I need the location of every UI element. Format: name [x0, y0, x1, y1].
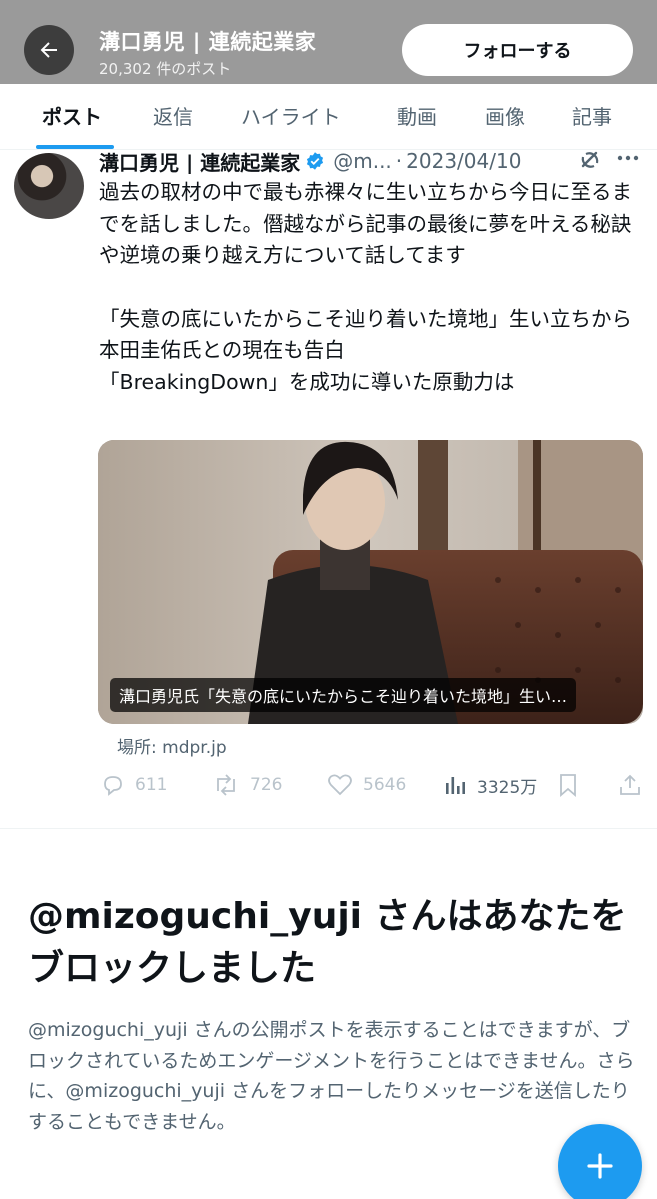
profile-tabs: ポスト 返信 ハイライト 動画 画像 記事 [0, 84, 657, 150]
post-paragraph: 過去の取材の中で最も赤裸々に生い立ちから今日に至るまでを話しました。僭越ながら記… [99, 180, 632, 267]
tab-articles[interactable]: 記事 [572, 84, 612, 150]
tab-replies[interactable]: 返信 [153, 84, 193, 150]
reply-icon [104, 776, 122, 796]
arrow-left-icon [40, 42, 57, 58]
block-notice-description: @mizoguchi_yuji さんの公開ポストを表示することはできますが、ブロ… [28, 1019, 635, 1133]
divider [0, 828, 657, 829]
avatar[interactable] [14, 153, 84, 219]
views-button[interactable]: 3325万 [443, 768, 537, 802]
post-date[interactable]: 2023/04/10 [406, 149, 521, 173]
heart-icon [328, 774, 352, 796]
more-options-icon[interactable] [617, 152, 639, 164]
follow-button[interactable]: フォローする [402, 24, 633, 76]
post-actions: 611 726 5646 3325万 [0, 768, 657, 802]
bookmark-icon [560, 774, 576, 797]
tab-highlights[interactable]: ハイライト [241, 84, 341, 150]
plus-icon [587, 1153, 613, 1179]
grok-icon[interactable] [577, 147, 603, 173]
card-title: 溝口勇児氏「失意の底にいたからこそ辿り着いた境地」生い… [110, 678, 577, 712]
separator-dot: · [395, 149, 403, 173]
compose-post-button[interactable] [558, 1124, 642, 1199]
card-source[interactable]: 場所: mdpr.jp [117, 733, 227, 758]
post-count: 20,302 件のポスト [99, 60, 232, 78]
profile-header: 溝口勇児 | 連続起業家 20,302 件のポスト フォローする [0, 0, 657, 84]
like-button[interactable]: 5646 [327, 768, 406, 802]
tab-posts[interactable]: ポスト [42, 84, 102, 150]
views-chart-icon [446, 777, 465, 794]
share-button[interactable] [618, 768, 642, 802]
bookmark-button[interactable] [557, 768, 579, 802]
author-name[interactable]: 溝口勇児 | 連続起業家 [99, 148, 300, 175]
reply-count: 611 [135, 775, 168, 795]
share-icon [620, 774, 640, 795]
post-header: 溝口勇児 | 連続起業家 @m... · 2023/04/10 [99, 148, 644, 174]
repost-button[interactable]: 726 [212, 768, 282, 802]
header-text: 溝口勇児 | 連続起業家 20,302 件のポスト [99, 26, 316, 79]
tab-videos[interactable]: 動画 [397, 84, 437, 150]
block-notice-title: @mizoguchi_yuji さんはあなたをブロックしました [28, 896, 627, 989]
verified-badge-icon [307, 152, 324, 170]
like-count: 5646 [363, 775, 407, 795]
post-paragraph: 「失意の底にいたからこそ辿り着いた境地」生い立ちから本田圭佑氏との現在も告白 「… [99, 306, 632, 394]
repost-count: 726 [250, 775, 283, 795]
back-button[interactable] [24, 25, 74, 75]
post-text: 過去の取材の中で最も赤裸々に生い立ちから今日に至るまでを話しました。僭越ながら記… [99, 177, 639, 398]
link-card[interactable]: 溝口勇児氏「失意の底にいたからこそ辿り着いた境地」生い… [98, 440, 643, 724]
header-title: 溝口勇児 | 連続起業家 [99, 30, 317, 54]
repost-icon [217, 774, 235, 796]
tab-images[interactable]: 画像 [485, 84, 525, 150]
reply-button[interactable]: 611 [101, 768, 167, 802]
view-count: 3325万 [477, 777, 538, 798]
author-handle[interactable]: @m... [333, 149, 392, 173]
